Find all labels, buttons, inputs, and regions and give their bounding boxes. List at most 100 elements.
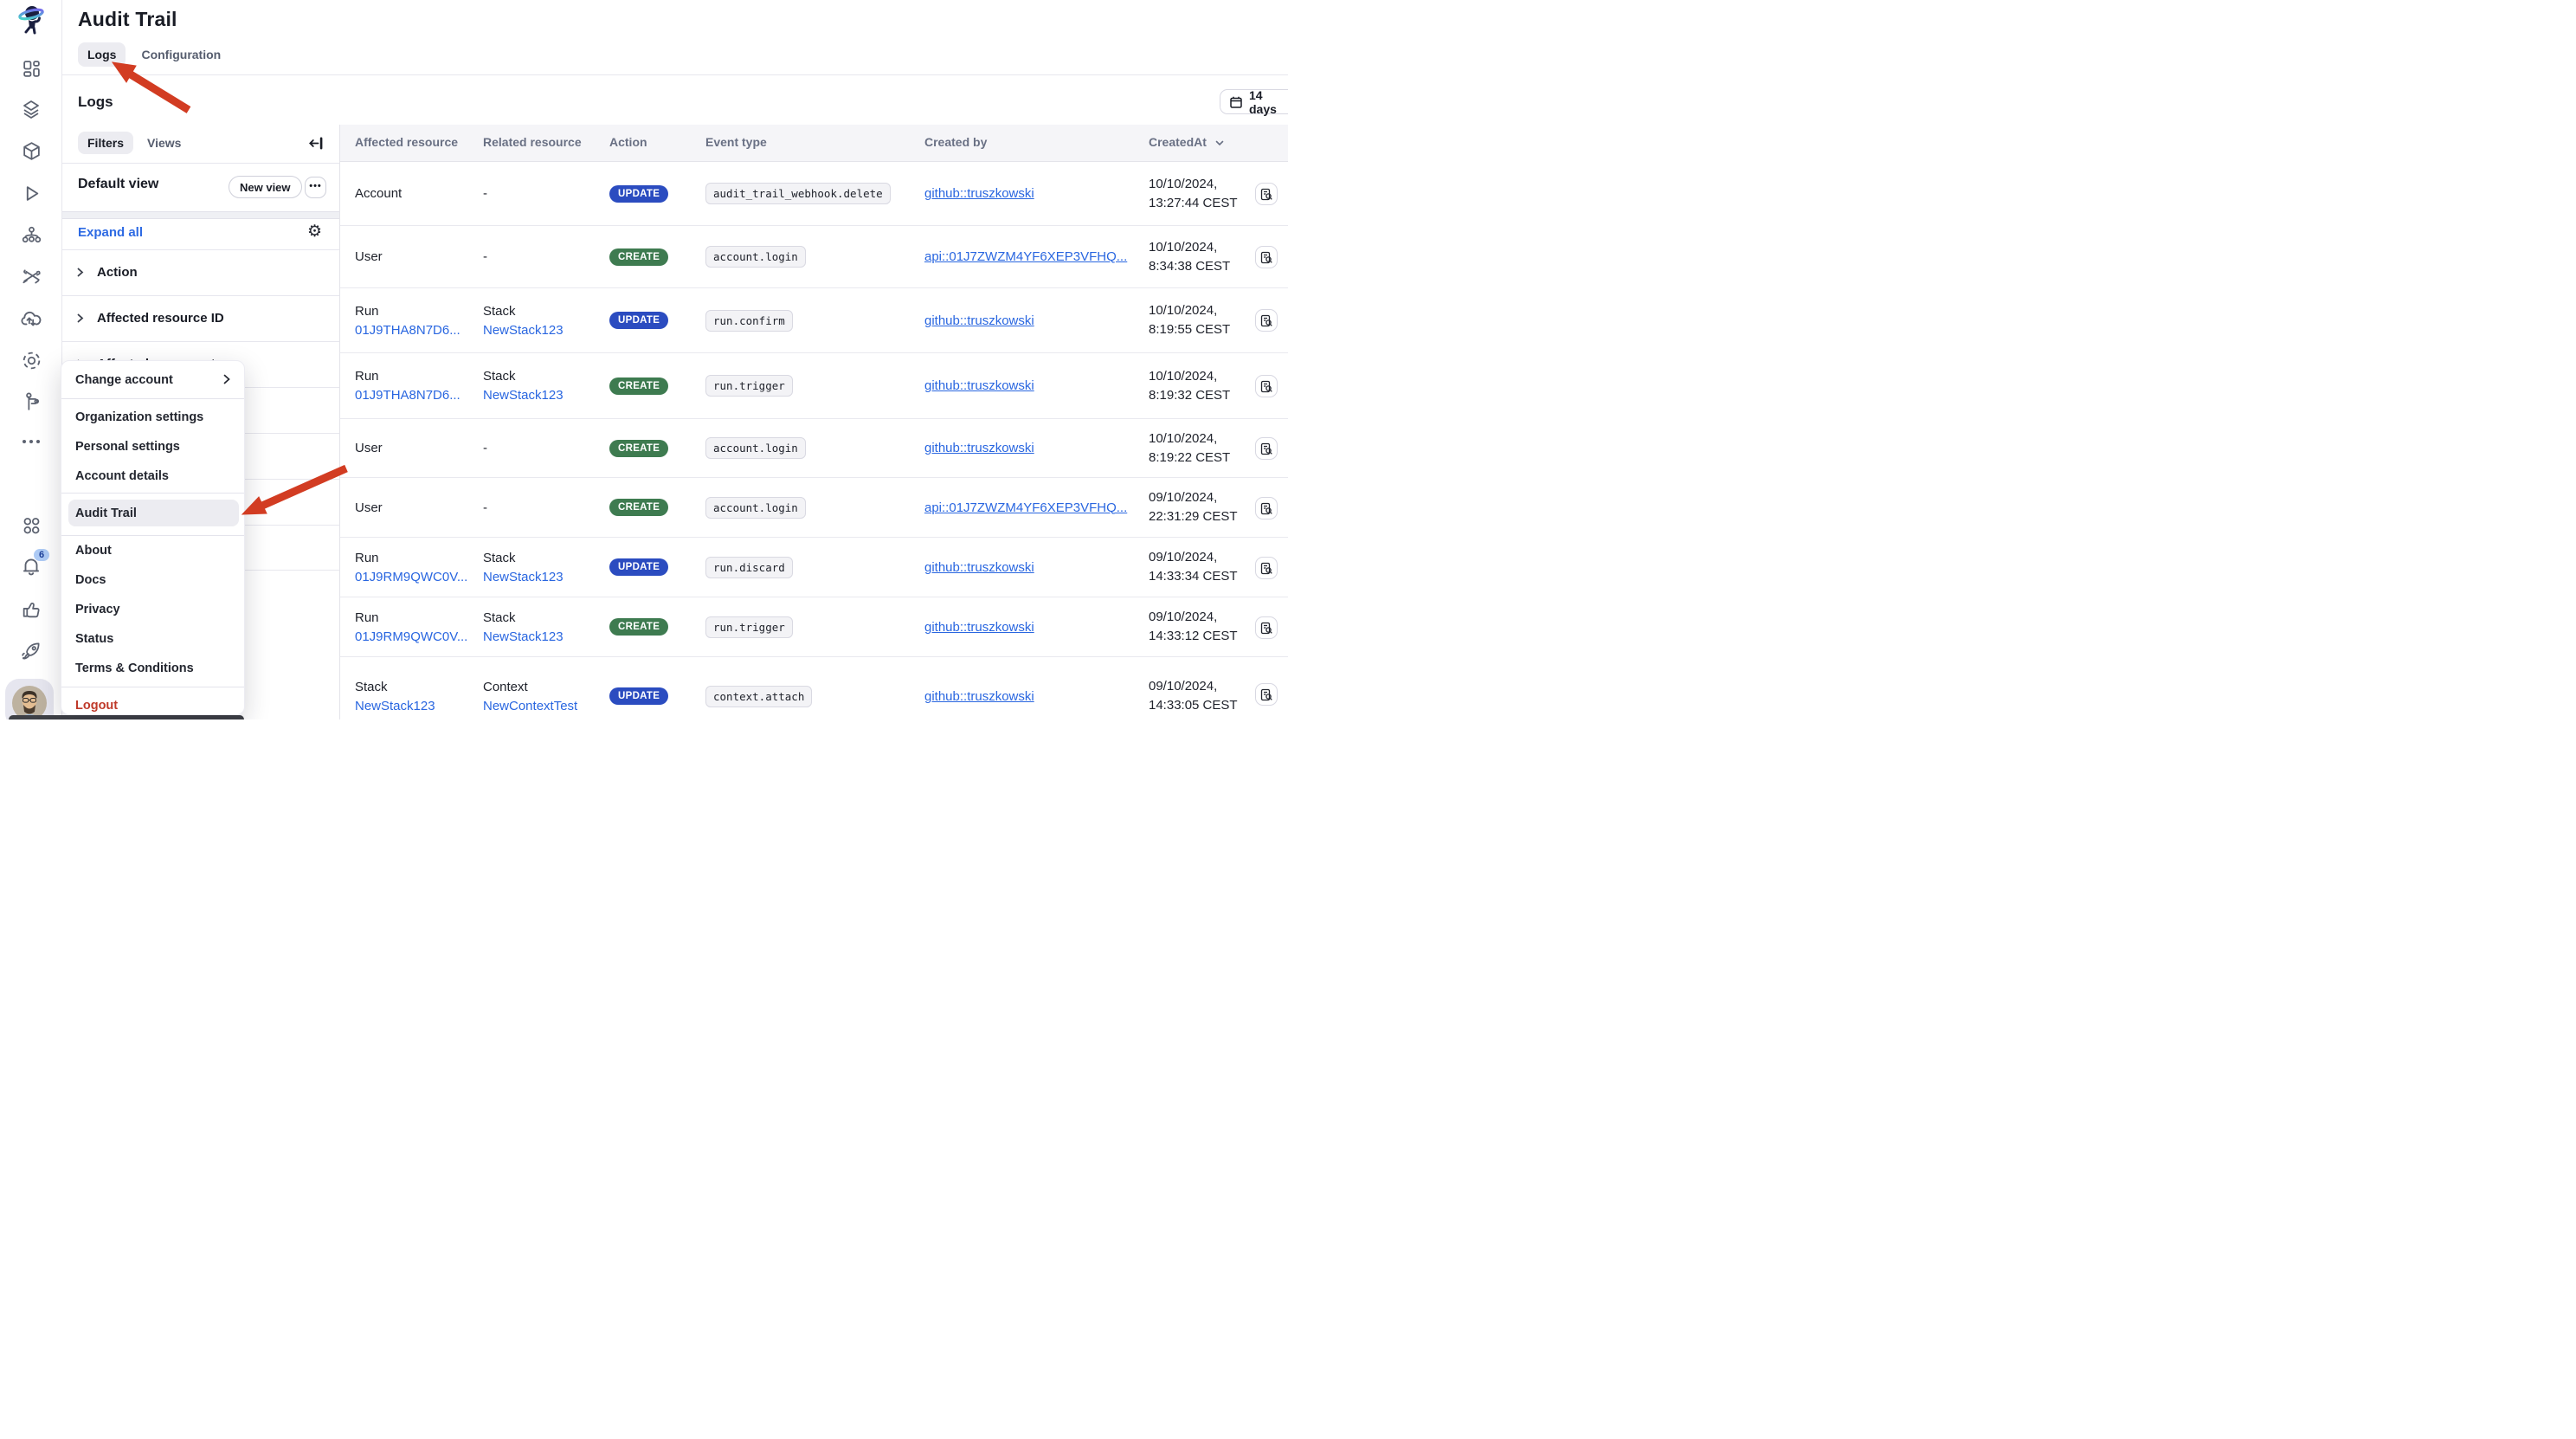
created-by-link[interactable]: github::truszkowski (924, 441, 1137, 455)
affected-resource-link[interactable]: 01J9RM9QWC0V... (355, 629, 476, 644)
collapse-panel-icon[interactable] (308, 135, 325, 156)
related-resource-link[interactable]: NewStack123 (483, 323, 604, 338)
dock-edge (9, 715, 244, 720)
row-details-button[interactable] (1255, 616, 1278, 639)
table-row[interactable]: Account - UPDATE audit_trail_webhook.del… (340, 162, 1288, 226)
table-row[interactable]: Run01J9THA8N7D6... StackNewStack123 CREA… (340, 353, 1288, 419)
related-resource-link[interactable]: NewContextTest (483, 699, 613, 713)
sort-chevron-icon (1215, 140, 1224, 146)
runs-icon[interactable] (0, 184, 62, 203)
date-range-button[interactable]: 14 days (1220, 89, 1288, 114)
affected-resource-link[interactable]: 01J9THA8N7D6... (355, 388, 476, 403)
row-details-button[interactable] (1255, 497, 1278, 519)
apps-icon[interactable] (0, 515, 62, 537)
policies-icon[interactable] (0, 391, 62, 411)
spacelift-logo-icon[interactable] (0, 3, 62, 36)
table-row[interactable]: User - CREATE account.login api::01J7ZWZ… (340, 226, 1288, 288)
new-view-button[interactable]: New view (229, 176, 302, 198)
calendar-icon (1229, 95, 1243, 109)
related-resource-link[interactable]: NewStack123 (483, 629, 604, 644)
menu-item-personal-settings[interactable]: Personal settings (75, 440, 180, 454)
dashboard-icon[interactable] (0, 59, 62, 79)
menu-item-status[interactable]: Status (75, 632, 113, 646)
created-by-link[interactable]: github::truszkowski (924, 620, 1137, 635)
expand-all-link[interactable]: Expand all (78, 225, 143, 240)
more-icon[interactable] (0, 437, 62, 446)
created-by-link[interactable]: api::01J7ZWZM4YF6XEP3VFHQ... (924, 500, 1137, 515)
audit-logs-table: Affected resource Related resource Actio… (340, 125, 1288, 720)
table-row[interactable]: User - CREATE account.login github::trus… (340, 419, 1288, 478)
menu-item-logout[interactable]: Logout (75, 699, 118, 713)
row-details-button[interactable] (1255, 183, 1278, 205)
menu-item-account-details[interactable]: Account details (75, 469, 169, 483)
row-details-button[interactable] (1255, 309, 1278, 332)
tab-views[interactable]: Views (147, 132, 181, 154)
notification-count-badge: 6 (34, 549, 49, 561)
action-badge: CREATE (609, 618, 668, 636)
affected-resource-link[interactable]: NewStack123 (355, 699, 476, 713)
filters-settings-gear-icon[interactable]: ⚙ (307, 222, 322, 242)
user-avatar[interactable] (5, 679, 54, 720)
blueprints-icon[interactable] (0, 141, 62, 161)
menu-item-docs[interactable]: Docs (75, 573, 106, 587)
stacks-icon[interactable] (0, 99, 62, 119)
created-by-link[interactable]: github::truszkowski (924, 689, 1137, 704)
menu-item-privacy[interactable]: Privacy (75, 603, 120, 616)
notifications-bell-icon[interactable]: 6 (0, 555, 62, 578)
created-by-link[interactable]: github::truszkowski (924, 186, 1137, 201)
logs-section-heading: Logs (78, 94, 113, 111)
action-badge: CREATE (609, 440, 668, 457)
event-type-chip: audit_trail_webhook.delete (705, 183, 891, 204)
menu-item-terms-conditions[interactable]: Terms & Conditions (75, 661, 194, 675)
header-divider (62, 74, 1288, 75)
table-row[interactable]: Run01J9THA8N7D6... StackNewStack123 UPDA… (340, 288, 1288, 353)
menu-item-audit-trail[interactable]: Audit Trail (68, 500, 239, 526)
event-type-chip: run.discard (705, 557, 793, 578)
created-by-link[interactable]: api::01J7ZWZM4YF6XEP3VFHQ... (924, 249, 1137, 264)
view-more-button[interactable]: ••• (305, 177, 326, 198)
filter-group-affected-resource-id[interactable]: Affected resource ID (62, 295, 339, 341)
row-details-button[interactable] (1255, 557, 1278, 579)
panel-divider (62, 163, 339, 164)
chevron-right-icon (74, 267, 86, 278)
col-event-type: Event type (705, 135, 767, 149)
tools-icon[interactable] (0, 267, 62, 288)
related-resource-link[interactable]: NewStack123 (483, 388, 604, 403)
tab-configuration[interactable]: Configuration (141, 42, 221, 67)
row-details-button[interactable] (1255, 683, 1278, 706)
cloud-integrations-icon[interactable] (0, 308, 62, 331)
view-name: Default view (78, 177, 158, 192)
affected-resource-link[interactable]: 01J9THA8N7D6... (355, 323, 476, 338)
table-header: Affected resource Related resource Actio… (340, 125, 1288, 162)
row-details-button[interactable] (1255, 375, 1278, 397)
col-related-resource: Related resource (483, 135, 582, 149)
filter-group-action[interactable]: Action (62, 249, 339, 295)
drift-detection-icon[interactable] (0, 350, 62, 371)
affected-resource-link[interactable]: 01J9RM9QWC0V... (355, 570, 476, 584)
created-by-link[interactable]: github::truszkowski (924, 313, 1137, 328)
row-details-button[interactable] (1255, 437, 1278, 460)
created-by-link[interactable]: github::truszkowski (924, 560, 1137, 575)
tab-filters[interactable]: Filters (78, 132, 133, 154)
table-row[interactable]: Run01J9RM9QWC0V... StackNewStack123 CREA… (340, 597, 1288, 657)
event-type-chip: account.login (705, 246, 806, 268)
menu-item-change-account[interactable]: Change account (75, 373, 173, 387)
tab-logs[interactable]: Logs (78, 42, 126, 67)
table-row[interactable]: User - CREATE account.login api::01J7ZWZ… (340, 478, 1288, 538)
spaces-icon[interactable] (0, 224, 62, 246)
event-type-chip: account.login (705, 497, 806, 519)
launchpad-rocket-icon[interactable] (0, 640, 62, 662)
row-details-button[interactable] (1255, 246, 1278, 268)
submenu-chevron-icon (221, 373, 232, 390)
col-affected-resource: Affected resource (355, 135, 458, 149)
table-row[interactable]: Run01J9RM9QWC0V... StackNewStack123 UPDA… (340, 538, 1288, 597)
created-by-link[interactable]: github::truszkowski (924, 378, 1137, 393)
menu-item-organization-settings[interactable]: Organization settings (75, 410, 203, 424)
related-resource-link[interactable]: NewStack123 (483, 570, 604, 584)
feedback-thumbs-up-icon[interactable] (0, 599, 62, 621)
table-row[interactable]: StackNewStack123 ContextNewContextTest U… (340, 657, 1288, 720)
page-title: Audit Trail (78, 8, 177, 31)
event-type-chip: run.trigger (705, 616, 793, 638)
col-created-at[interactable]: CreatedAt (1149, 135, 1224, 149)
menu-item-about[interactable]: About (75, 544, 112, 558)
